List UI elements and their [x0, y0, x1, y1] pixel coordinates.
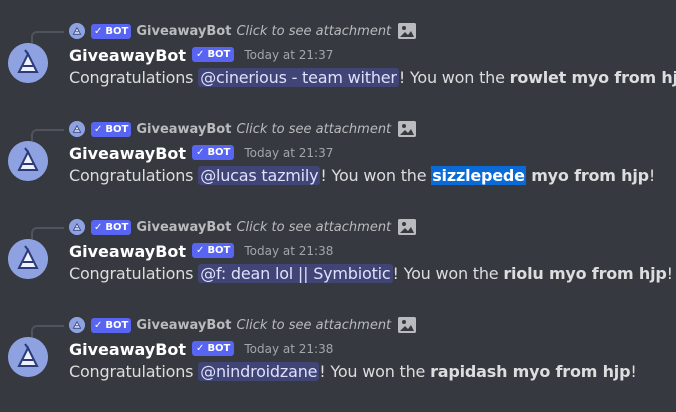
author-name[interactable]: GiveawayBot: [69, 144, 186, 163]
user-mention[interactable]: @cinerious - team wither: [198, 68, 399, 87]
timestamp[interactable]: Today at 21:37: [244, 146, 333, 160]
selected-text: sizzlepede: [431, 166, 526, 185]
reply-preview[interactable]: ✓ BOT GiveawayBot Click to see attachment: [69, 315, 417, 335]
user-mention[interactable]: @lucas tazmily: [198, 166, 321, 185]
prize-name: rowlet myo from hjp: [509, 68, 676, 87]
message-content: Congratulations @cinerious - team wither…: [69, 66, 676, 90]
reply-preview[interactable]: ✓ BOT GiveawayBot Click to see attachment: [69, 21, 417, 41]
message: ✓ BOT GiveawayBot Click to see attachment…: [0, 21, 676, 103]
message-header: GiveawayBot ✓ BOT Today at 21:37: [69, 43, 333, 67]
avatar[interactable]: [8, 337, 48, 377]
reply-bot-badge: ✓ BOT: [91, 219, 132, 235]
image-icon: [398, 219, 417, 235]
message-feed: ✓ BOT GiveawayBot Click to see attachment…: [0, 0, 676, 412]
message-content: Congratulations @lucas tazmily! You won …: [69, 166, 656, 185]
reply-bot-badge: ✓ BOT: [91, 23, 132, 39]
reply-attachment-text[interactable]: Click to see attachment: [236, 220, 391, 235]
avatar[interactable]: [8, 141, 48, 181]
avatar[interactable]: [8, 43, 48, 83]
reply-attachment-text[interactable]: Click to see attachment: [236, 122, 391, 137]
reply-author[interactable]: GiveawayBot: [136, 318, 231, 333]
message-header: GiveawayBot ✓ BOT Today at 21:38: [69, 239, 333, 263]
message: ✓ BOT GiveawayBot Click to see attachment…: [0, 315, 676, 397]
reply-bot-badge: ✓ BOT: [91, 121, 132, 137]
message-header: GiveawayBot ✓ BOT Today at 21:37: [69, 141, 333, 165]
author-name[interactable]: GiveawayBot: [69, 46, 186, 65]
image-icon: [398, 121, 417, 137]
message-header: GiveawayBot ✓ BOT Today at 21:38: [69, 337, 333, 361]
image-icon: [398, 317, 417, 333]
reply-author[interactable]: GiveawayBot: [136, 220, 231, 235]
reply-avatar-icon: [69, 317, 85, 333]
reply-connector: [31, 129, 64, 141]
message: ✓ BOT GiveawayBot Click to see attachment…: [0, 217, 676, 299]
user-mention[interactable]: @f: dean lol || Symbiotic: [198, 264, 393, 283]
prize-name: rapidash myo from hjp: [430, 362, 631, 381]
user-mention[interactable]: @nindroidzane: [198, 362, 320, 381]
message-content: Congratulations @nindroidzane! You won t…: [69, 362, 637, 381]
reply-attachment-text[interactable]: Click to see attachment: [236, 24, 391, 39]
reply-connector: [31, 325, 64, 337]
reply-author[interactable]: GiveawayBot: [136, 122, 231, 137]
author-name[interactable]: GiveawayBot: [69, 242, 186, 261]
prize-name: myo from hjp: [525, 166, 649, 185]
author-name[interactable]: GiveawayBot: [69, 340, 186, 359]
bot-badge: ✓ BOT: [192, 340, 235, 356]
timestamp[interactable]: Today at 21:38: [244, 244, 333, 258]
bot-badge: ✓ BOT: [192, 144, 235, 160]
reply-connector: [31, 31, 64, 43]
image-icon: [398, 23, 417, 39]
bot-badge: ✓ BOT: [192, 242, 235, 258]
avatar[interactable]: [8, 239, 48, 279]
reply-attachment-text[interactable]: Click to see attachment: [236, 318, 391, 333]
reply-preview[interactable]: ✓ BOT GiveawayBot Click to see attachment: [69, 217, 417, 237]
reply-author[interactable]: GiveawayBot: [136, 24, 231, 39]
reply-avatar-icon: [69, 121, 85, 137]
reply-avatar-icon: [69, 23, 85, 39]
message: ✓ BOT GiveawayBot Click to see attachment…: [0, 119, 676, 201]
reply-bot-badge: ✓ BOT: [91, 317, 132, 333]
reply-preview[interactable]: ✓ BOT GiveawayBot Click to see attachment: [69, 119, 417, 139]
message-content: Congratulations @f: dean lol || Symbioti…: [69, 264, 673, 283]
timestamp[interactable]: Today at 21:37: [244, 48, 333, 62]
reply-avatar-icon: [69, 219, 85, 235]
reply-connector: [31, 227, 64, 239]
prize-name: riolu myo from hjp: [503, 264, 667, 283]
timestamp[interactable]: Today at 21:38: [244, 342, 333, 356]
bot-badge: ✓ BOT: [192, 46, 235, 62]
